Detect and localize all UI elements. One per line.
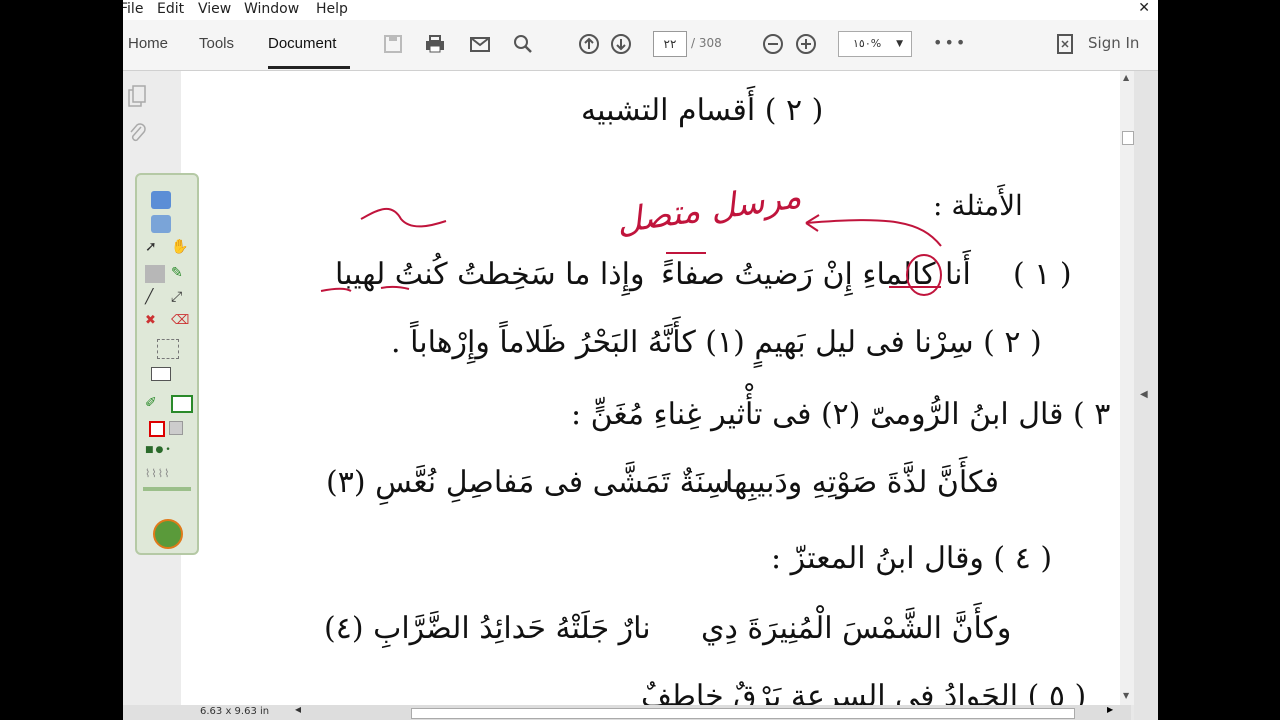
toolbar: Home Tools Document ٢٢ / 308 ١٥٠% ▼ ••• … — [123, 20, 1158, 71]
print-icon[interactable] — [423, 32, 447, 56]
scrollbar-thumb[interactable] — [1122, 131, 1134, 145]
palette-logo-icon[interactable] — [153, 519, 183, 549]
save-icon[interactable] — [381, 32, 405, 56]
zoom-in-icon[interactable] — [794, 32, 818, 56]
chevron-down-icon: ▼ — [896, 39, 903, 49]
ink-underline-2 — [380, 285, 410, 290]
clear-tool-icon[interactable]: ⌫ — [171, 313, 191, 331]
tab-document[interactable]: Document — [268, 35, 336, 52]
search-icon[interactable] — [511, 32, 535, 56]
menu-help[interactable]: Help — [316, 1, 348, 17]
collapse-right-pane-icon[interactable]: ◀ — [1140, 389, 1148, 400]
ink-underline-1 — [320, 287, 352, 292]
hand-tool-icon[interactable]: ✋ — [171, 239, 191, 257]
whiteboard-tool-icon[interactable] — [151, 367, 171, 381]
right-pane-toggle-strip: ◀ — [1134, 71, 1158, 720]
example-3-verse-first: فكأَنَّ لذَّةَ صَوْتِهِ ودَبيبِها — [725, 465, 999, 500]
board-tool-icon[interactable] — [171, 395, 193, 413]
scroll-down-icon[interactable]: ▼ — [1123, 691, 1129, 700]
scroll-up-icon[interactable]: ▲ — [1123, 73, 1129, 82]
menu-window[interactable]: Window — [244, 1, 299, 17]
color-gray-swatch[interactable] — [169, 421, 183, 435]
document-sign-icon[interactable] — [1053, 32, 1077, 56]
ink-annotations — [320, 207, 942, 296]
vertical-scrollbar[interactable]: ▲ ▼ — [1120, 71, 1134, 705]
tab-tools[interactable]: Tools — [199, 35, 234, 52]
tab-home[interactable]: Home — [128, 35, 168, 52]
screen-tool-icon[interactable] — [151, 191, 171, 209]
zoom-select[interactable]: ١٥٠% ▼ — [838, 31, 912, 57]
active-tab-indicator — [268, 66, 350, 69]
line-width-options[interactable]: ■●• — [145, 445, 171, 463]
example-3-verse-second: سِنَةٌ تَمَشَّى فى مَفاصِلِ نُعَّسِ (٣) — [326, 465, 730, 500]
arrow-tool-icon[interactable]: ⤢ — [171, 289, 191, 307]
line-style-options[interactable]: ⌇⌇⌇⌇ — [145, 467, 191, 485]
pen-tool-icon[interactable] — [145, 265, 165, 283]
capture-tool-icon[interactable] — [157, 339, 179, 359]
example-3: ( ٣ ) قال ابنُ الرُّومىّ (٢) فى تأْثير غ… — [571, 397, 1132, 432]
example-4-verse-first: وكأَنَّ الشَّمْسَ الْمُنِيرَةَ دِي — [701, 611, 1012, 646]
color-red-swatch[interactable] — [149, 421, 165, 437]
status-bar: 6.63 x 9.63 in ◀ — [123, 705, 301, 720]
example-4-verse-second: نارٌ جَلَتْهُ حَدائِدُ الضَّرَّابِ (٤) — [324, 611, 651, 646]
sign-in-link[interactable]: Sign In — [1088, 34, 1139, 52]
document-page[interactable]: ( ٢ ) أَقسام التشبيه الأَمثلة : ( ١ ) أَ… — [181, 71, 1132, 714]
menu-bar: File Edit View Window Help ✕ — [123, 0, 1158, 20]
page-total: / 308 — [691, 36, 722, 50]
annotation-tool-palette: ➚ ✋ ✎ ╱ ⤢ ✖ ⌫ ✐ ■●• ⌇⌇⌇⌇ — [135, 173, 199, 555]
ink-circle — [906, 254, 942, 296]
menu-file[interactable]: File — [123, 1, 143, 17]
eraser-tool-icon[interactable]: ✖ — [145, 313, 165, 331]
opacity-slider[interactable] — [143, 487, 191, 491]
marker-tool-icon[interactable]: ✐ — [145, 395, 165, 413]
previous-page-icon[interactable] — [577, 32, 601, 56]
next-page-icon[interactable] — [609, 32, 633, 56]
example-4: ( ٤ ) وقال ابنُ المعتزّ : — [771, 541, 1053, 576]
highlighter-tool-icon[interactable]: ✎ — [171, 265, 191, 283]
line-tool-icon[interactable]: ╱ — [145, 289, 165, 307]
pointer-tool-icon[interactable]: ➚ — [145, 239, 165, 257]
zoom-out-icon[interactable] — [761, 32, 785, 56]
ink-scribble — [360, 207, 447, 228]
horizontal-scrollbar[interactable]: ▶ — [301, 705, 1131, 720]
pdf-reader-window: File Edit View Window Help ✕ Home Tools … — [123, 0, 1158, 720]
email-icon[interactable] — [468, 32, 492, 56]
page-thumbnails-icon[interactable] — [127, 85, 147, 109]
page-number-input[interactable]: ٢٢ — [653, 31, 687, 57]
zoom-value: ١٥٠% — [853, 37, 882, 50]
menu-edit[interactable]: Edit — [157, 1, 184, 17]
scroll-right-icon[interactable]: ▶ — [1107, 705, 1113, 714]
close-icon[interactable]: ✕ — [1138, 0, 1150, 16]
attachment-icon[interactable] — [127, 121, 147, 145]
more-options-icon[interactable]: ••• — [933, 33, 967, 52]
menu-view[interactable]: View — [198, 1, 231, 17]
window-tool-icon[interactable] — [151, 215, 171, 233]
page-heading: ( ٢ ) أَقسام التشبيه — [581, 93, 824, 128]
horizontal-scrollbar-thumb[interactable] — [411, 708, 1075, 719]
ink-arrow-curve — [805, 219, 942, 247]
page-size-label: 6.63 x 9.63 in — [200, 706, 270, 717]
